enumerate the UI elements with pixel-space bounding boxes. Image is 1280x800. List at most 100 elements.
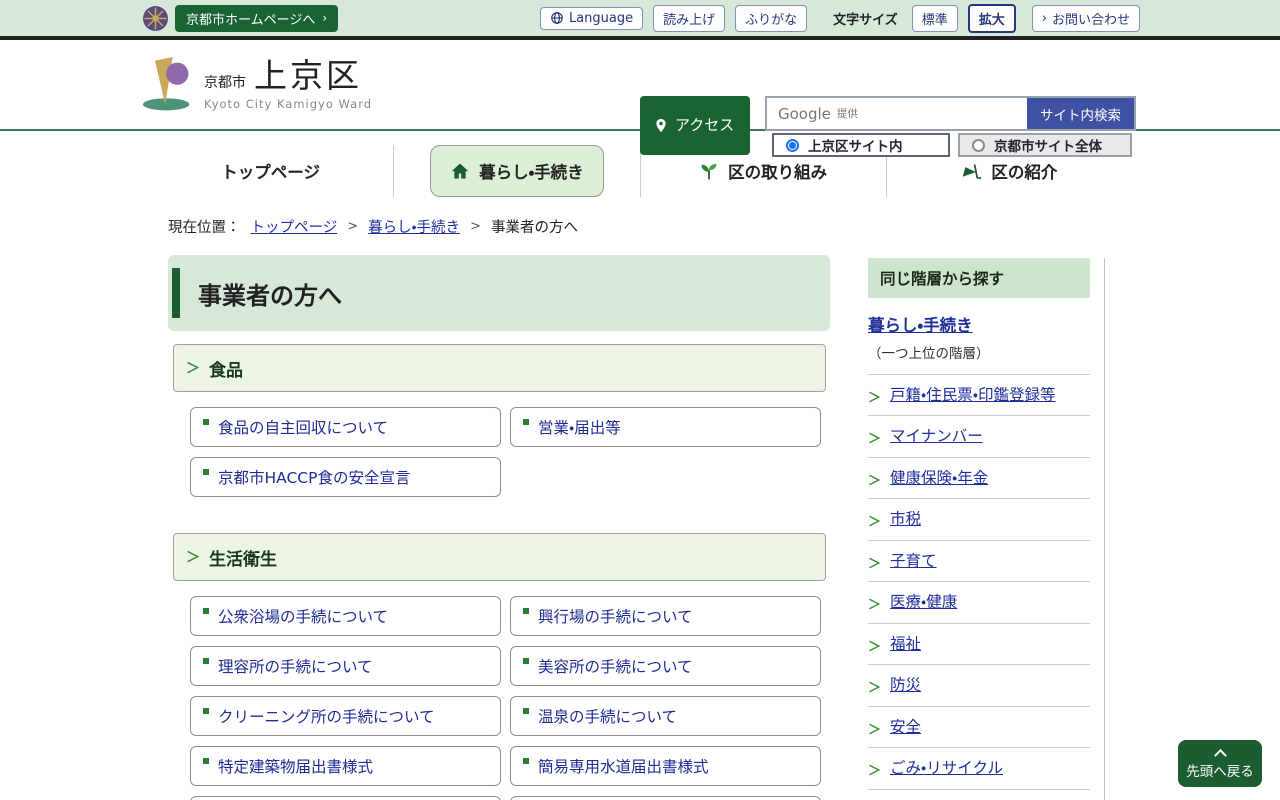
contact-button[interactable]: › お問い合わせ xyxy=(1032,5,1140,32)
chevron-right-icon: ＞ xyxy=(868,428,881,447)
sidebar-item[interactable]: ＞ごみ・リサイクル xyxy=(868,747,1090,789)
sidebar-item[interactable]: ＞健康保険・年金 xyxy=(868,457,1090,498)
sidebar-item[interactable]: ＞ マイナンバー xyxy=(868,415,1090,456)
link-box[interactable]: 美容所の手続について xyxy=(510,646,821,686)
sidebar-item[interactable]: ＞ 防災 xyxy=(868,664,1090,705)
sidebar-item[interactable]: ＞戸籍・住民票・印鑑登録等 xyxy=(868,374,1090,415)
section-header[interactable]: ＞ 食品 xyxy=(173,344,826,392)
chevron-right-icon: ＞ xyxy=(186,358,200,378)
sidebar-items: ＞戸籍・住民票・印鑑登録等＞マイナンバー＞健康保険・年金＞市税＞子育て＞医療・健… xyxy=(868,374,1090,790)
font-standard-button[interactable]: 標準 xyxy=(912,5,958,32)
search-provided-by-label: 提供 xyxy=(837,106,858,121)
nav-item-0[interactable]: トップページ xyxy=(148,131,393,211)
access-button[interactable]: アクセス xyxy=(640,96,750,155)
title-accent-bar xyxy=(172,268,180,318)
chevron-right-icon: › xyxy=(322,11,327,25)
search-input[interactable]: Google 提供 xyxy=(767,98,1027,129)
access-label: アクセス xyxy=(675,115,737,135)
kyoto-city-home-button[interactable]: 京都市ホームページへ › xyxy=(175,5,338,32)
search-scope-city-label: 京都市サイト全体 xyxy=(994,135,1102,155)
link-box-partial[interactable] xyxy=(190,796,501,800)
chevron-right-icon: ＞ xyxy=(868,677,881,696)
chevron-right-icon: ＞ xyxy=(868,636,881,655)
nav-item-label: 区の取り組み xyxy=(728,159,827,183)
bullet-icon xyxy=(523,758,529,764)
sidebar-item[interactable]: ＞ 安全 xyxy=(868,706,1090,747)
sidebar-item-label: 子育て xyxy=(890,550,937,572)
link-label: 簡易専用水道届出書様式 xyxy=(538,755,709,777)
breadcrumb-link[interactable]: 暮らし・手続き xyxy=(368,216,460,237)
nav-item-label: 区の紹介 xyxy=(991,159,1057,183)
read-aloud-button[interactable]: 読み上げ xyxy=(653,5,725,32)
link-box[interactable]: 特定建築物届出書様式 xyxy=(190,746,501,786)
link-box[interactable]: クリーニング所の手続について xyxy=(190,696,501,736)
kyoto-city-emblem-icon xyxy=(142,5,169,32)
link-label: 温泉の手続について xyxy=(538,705,677,727)
sidebar-item-label: 福祉 xyxy=(890,633,921,655)
search-scope-ward-radio[interactable]: 上京区サイト内 xyxy=(772,133,950,157)
site-logo[interactable]: 京都市 上京区 Kyoto City Kamigyo Ward xyxy=(142,53,372,117)
link-label: 美容所の手続について xyxy=(538,655,693,677)
sidebar-item-label: マイナンバー xyxy=(890,425,983,447)
link-box[interactable]: 公衆浴場の手続について xyxy=(190,596,501,636)
breadcrumb-links: トップページ>暮らし・手続き>事業者の方へ xyxy=(251,216,578,237)
link-box[interactable]: 簡易専用水道届出書様式 xyxy=(510,746,821,786)
sidebar-item[interactable]: ＞医療・健康 xyxy=(868,581,1090,622)
font-standard-label: 標準 xyxy=(922,9,948,28)
sidebar-item-label: 市税 xyxy=(890,508,921,530)
language-button[interactable]: Language xyxy=(540,7,643,30)
link-label: 公衆浴場の手続について xyxy=(218,605,388,627)
sprout-icon xyxy=(699,161,719,181)
search-scope-city-radio[interactable]: 京都市サイト全体 xyxy=(958,133,1132,157)
section-1: ＞生活衛生公衆浴場の手続について 興行場の手続について理容所の手続について 美容所の… xyxy=(168,533,830,800)
breadcrumb-current: 事業者の方へ xyxy=(491,216,578,237)
sidebar-parent-link[interactable]: 暮らし・手続き xyxy=(868,312,973,336)
section-0: ＞ 食品食品の自主回収について 営業・届出等京都市HACCP食の安全宣言 xyxy=(168,344,830,497)
sidebar-item[interactable]: ＞ 市税 xyxy=(868,498,1090,539)
link-box-partial[interactable] xyxy=(510,796,821,800)
chevron-right-icon: ＞ xyxy=(868,719,881,738)
search-submit-button[interactable]: サイト内検索 xyxy=(1027,98,1134,129)
bullet-icon xyxy=(523,708,529,714)
chevron-right-icon: ＞ xyxy=(868,511,881,530)
breadcrumb-separator: > xyxy=(470,219,481,234)
sidebar-item-label: 安全 xyxy=(890,716,921,738)
chevron-right-icon: › xyxy=(1042,11,1047,26)
globe-icon xyxy=(550,11,564,25)
section-title: 食品 xyxy=(209,356,243,381)
link-box[interactable]: 営業・届出等 xyxy=(510,407,821,447)
furigana-label: ふりがな xyxy=(745,9,797,28)
nav-item-1[interactable]: 暮らし・手続き xyxy=(394,131,639,211)
link-label: 営業・届出等 xyxy=(538,416,621,438)
section-header[interactable]: ＞生活衛生 xyxy=(173,533,826,581)
bullet-icon xyxy=(523,419,529,425)
language-label: Language xyxy=(569,11,633,26)
breadcrumb: 現在位置： トップページ>暮らし・手続き>事業者の方へ xyxy=(168,216,578,237)
sidebar-item-label: ごみ・リサイクル xyxy=(890,757,1003,779)
bullet-icon xyxy=(203,469,209,475)
back-to-top-label: 先頭へ戻る xyxy=(1186,760,1254,780)
link-box[interactable]: 興行場の手続について xyxy=(510,596,821,636)
sidebar: 同じ階層から探す 暮らし・手続き （一つ上位の階層） ＞戸籍・住民票・印鑑登録等… xyxy=(868,258,1105,800)
logo-ward-label: 上京区 xyxy=(254,59,362,94)
back-to-top-button[interactable]: 先頭へ戻る xyxy=(1178,740,1262,787)
sidebar-item[interactable]: ＞ 福祉 xyxy=(868,623,1090,664)
link-box[interactable]: 温泉の手続について xyxy=(510,696,821,736)
breadcrumb-link[interactable]: トップページ xyxy=(251,216,338,237)
font-large-button[interactable]: 拡大 xyxy=(968,4,1016,33)
link-box[interactable]: 理容所の手続について xyxy=(190,646,501,686)
link-box[interactable]: 京都市HACCP食の安全宣言 xyxy=(190,457,501,497)
bullet-icon xyxy=(203,608,209,614)
search-scope-ward-label: 上京区サイト内 xyxy=(808,135,903,155)
sidebar-item-label: 健康保険・年金 xyxy=(890,467,988,489)
sidebar-item-label: 防災 xyxy=(890,674,921,696)
link-label: 特定建築物届出書様式 xyxy=(218,755,373,777)
section-title: 生活衛生 xyxy=(209,545,277,570)
kyoto-city-home-label: 京都市ホームページへ xyxy=(186,9,315,28)
furigana-button[interactable]: ふりがな xyxy=(735,5,807,32)
sidebar-item-label: 医療・健康 xyxy=(890,591,957,613)
link-box[interactable]: 食品の自主回収について xyxy=(190,407,501,447)
sidebar-item[interactable]: ＞子育て xyxy=(868,540,1090,581)
bullet-icon xyxy=(203,758,209,764)
home-icon xyxy=(450,161,470,181)
